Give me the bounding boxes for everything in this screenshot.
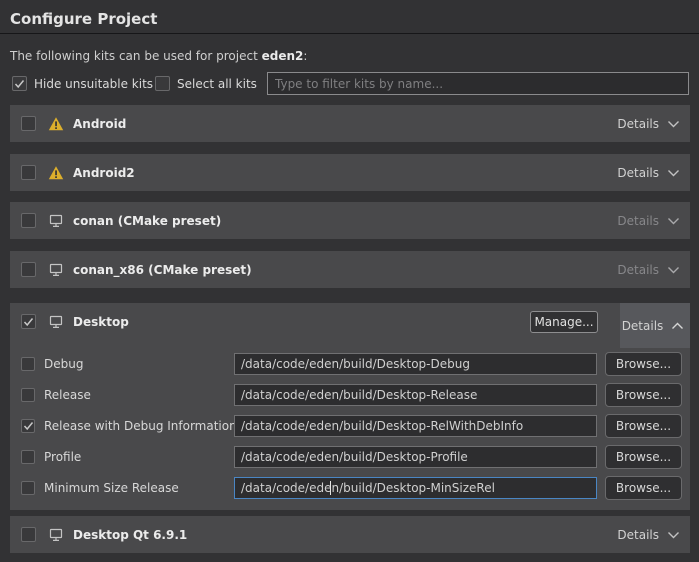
warning-icon	[48, 116, 64, 132]
build-dir-field	[234, 446, 597, 468]
kit-panel-conan: conan (CMake preset) Details	[10, 202, 690, 239]
config-checkbox[interactable]	[21, 357, 35, 371]
kit-name[interactable]: Desktop	[73, 315, 129, 329]
kit-details-toggle[interactable]: Details	[610, 154, 690, 191]
details-label: Details	[617, 214, 659, 228]
subtitle-prefix: The following kits can be used for proje…	[10, 49, 262, 63]
chevron-down-icon	[667, 169, 680, 177]
details-label: Details	[617, 166, 659, 180]
kit-filter-input[interactable]	[267, 72, 689, 95]
details-label: Details	[622, 319, 664, 333]
kit-panel-android: Android Details	[10, 105, 690, 142]
chevron-down-icon	[667, 266, 680, 274]
checkmark-icon	[23, 421, 34, 431]
desktop-icon	[48, 314, 64, 330]
config-checkbox[interactable]	[21, 388, 35, 402]
build-config-row-profile: Profile Browse...	[10, 445, 690, 469]
kit-name[interactable]: Android2	[73, 166, 135, 180]
select-all-kits-control: Select all kits	[155, 76, 257, 91]
config-label[interactable]: Release	[44, 388, 91, 402]
hide-unsuitable-kits-control: Hide unsuitable kits	[12, 76, 153, 91]
kits-subtitle: The following kits can be used for proje…	[10, 49, 307, 63]
kit-row: conan (CMake preset) Details	[10, 202, 690, 239]
kit-panel-conan-x86: conan_x86 (CMake preset) Details	[10, 251, 690, 288]
kit-panel-desktop-qt: Desktop Qt 6.9.1 Details	[10, 516, 690, 553]
config-label[interactable]: Minimum Size Release	[44, 481, 179, 495]
build-dir-input[interactable]	[234, 477, 597, 499]
kit-row: Desktop Qt 6.9.1 Details	[10, 516, 690, 553]
kit-checkbox[interactable]	[21, 213, 36, 228]
browse-button[interactable]: Browse...	[605, 414, 682, 438]
config-checkbox[interactable]	[21, 419, 35, 433]
details-label: Details	[617, 263, 659, 277]
page-title: Configure Project	[10, 10, 157, 28]
select-all-kits-label[interactable]: Select all kits	[177, 77, 257, 91]
build-config-row-debug: Debug Browse...	[10, 352, 690, 376]
build-config-row-relwithdebinfo: Release with Debug Information Browse...	[10, 414, 690, 438]
browse-button[interactable]: Browse...	[605, 352, 682, 376]
config-label[interactable]: Debug	[44, 357, 83, 371]
warning-icon	[48, 165, 64, 181]
kit-checkbox[interactable]	[21, 165, 36, 180]
kit-details-toggle[interactable]: Details	[610, 105, 690, 142]
kit-checkbox[interactable]	[21, 527, 36, 542]
subtitle-suffix: :	[303, 49, 307, 63]
title-separator	[0, 33, 699, 34]
details-label: Details	[617, 117, 659, 131]
kit-details-toggle[interactable]: Details	[610, 202, 690, 239]
kit-details-toggle[interactable]: Details	[610, 516, 690, 553]
kit-name[interactable]: conan_x86 (CMake preset)	[73, 263, 252, 277]
chevron-down-icon	[667, 531, 680, 539]
kit-details-toggle[interactable]: Details	[610, 251, 690, 288]
desktop-icon	[48, 527, 64, 543]
hide-unsuitable-kits-label[interactable]: Hide unsuitable kits	[34, 77, 153, 91]
kit-checkbox[interactable]	[21, 314, 36, 329]
build-dir-input[interactable]	[234, 353, 597, 375]
kit-panel-desktop: Desktop Manage... Details Debug Browse..…	[10, 303, 690, 510]
build-dir-field	[234, 384, 597, 406]
desktop-icon	[48, 213, 64, 229]
text-cursor	[330, 481, 331, 495]
checkmark-icon	[23, 317, 34, 327]
kit-name[interactable]: Android	[73, 117, 126, 131]
build-dir-field	[234, 477, 597, 499]
hide-unsuitable-kits-checkbox[interactable]	[12, 76, 27, 91]
chevron-down-icon	[667, 120, 680, 128]
build-dir-field	[234, 353, 597, 375]
chevron-down-icon	[667, 217, 680, 225]
browse-button[interactable]: Browse...	[605, 445, 682, 469]
browse-button[interactable]: Browse...	[605, 383, 682, 407]
build-dir-input[interactable]	[234, 384, 597, 406]
config-label[interactable]: Profile	[44, 450, 81, 464]
project-name: eden2	[262, 49, 304, 63]
kit-row: conan_x86 (CMake preset) Details	[10, 251, 690, 288]
build-dir-field	[234, 415, 597, 437]
config-checkbox[interactable]	[21, 481, 35, 495]
manage-kits-button[interactable]: Manage...	[530, 311, 598, 333]
chevron-up-icon	[671, 322, 684, 330]
kit-panel-android2: Android2 Details	[10, 154, 690, 191]
build-dir-input[interactable]	[234, 446, 597, 468]
kit-name[interactable]: Desktop Qt 6.9.1	[73, 528, 187, 542]
config-label[interactable]: Release with Debug Information	[44, 419, 237, 433]
kit-row: Android2 Details	[10, 154, 690, 191]
checkmark-icon	[14, 79, 25, 89]
select-all-kits-checkbox[interactable]	[155, 76, 170, 91]
desktop-icon	[48, 262, 64, 278]
build-config-row-release: Release Browse...	[10, 383, 690, 407]
kit-checkbox[interactable]	[21, 262, 36, 277]
kit-checkbox[interactable]	[21, 116, 36, 131]
build-dir-input[interactable]	[234, 415, 597, 437]
kit-details-toggle[interactable]: Details	[620, 303, 690, 348]
kit-row: Android Details	[10, 105, 690, 142]
details-label: Details	[617, 528, 659, 542]
kit-name[interactable]: conan (CMake preset)	[73, 214, 221, 228]
build-config-row-minsizerel: Minimum Size Release Browse...	[10, 476, 690, 500]
config-checkbox[interactable]	[21, 450, 35, 464]
browse-button[interactable]: Browse...	[605, 476, 682, 500]
